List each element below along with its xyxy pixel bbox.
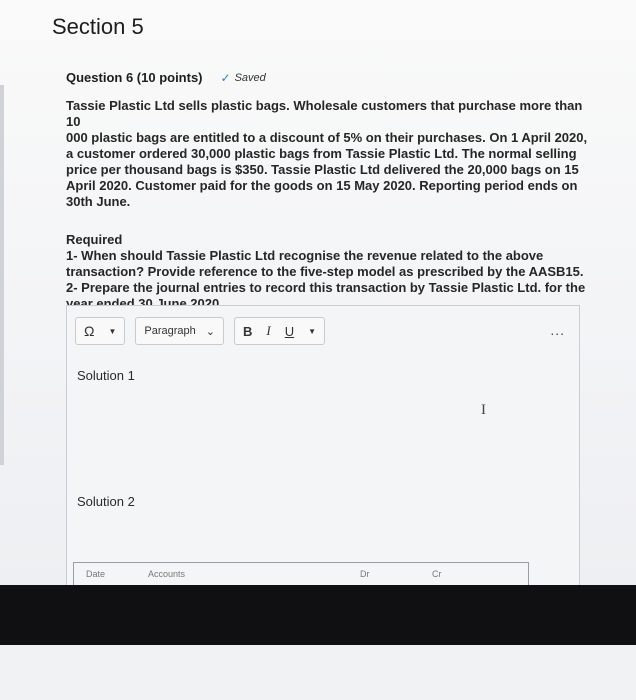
required-line: 1- When should Tassie Plastic Ltd recogn… [66,248,544,263]
required-heading: Required [66,232,123,247]
table-header-dr: Dr [360,569,370,579]
section-title: Section 5 [52,14,144,39]
required-line: 2- Prepare the journal entries to record… [66,280,586,295]
question-header: Question 6 (10 points) ✓ Saved [66,70,266,85]
table-header-cr: Cr [432,569,442,579]
check-icon: ✓ [220,70,231,85]
monitor-bezel [0,585,636,645]
journal-table[interactable]: Date Accounts Dr Cr [73,562,529,585]
question-title: Question 6 (10 points) [66,70,203,85]
caret-down-icon[interactable]: ▼ [308,327,316,336]
body-line: a customer ordered 30,000 plastic bags f… [66,146,577,161]
screen: Section 5 Question 6 (10 points) ✓ Saved… [0,0,636,585]
saved-status: ✓ Saved [221,71,266,85]
italic-button[interactable]: I [266,323,270,339]
more-options-icon[interactable]: ... [550,322,565,338]
editor-toolbar: Ω ▼ Paragraph ⌄ B I U ▼ [75,316,335,346]
chevron-down-icon: ⌄ [205,325,215,338]
question-body: Tassie Plastic Ltd sells plastic bags. W… [66,98,591,312]
body-line: April 2020. Customer paid for the goods … [66,178,578,193]
special-char-button[interactable]: Ω ▼ [75,317,126,345]
paragraph-label: Paragraph [144,325,196,337]
omega-icon: Ω [84,323,95,339]
required-line: transaction? Provide reference to the fi… [66,264,584,279]
saved-label: Saved [234,71,266,84]
text-cursor-icon: I [481,402,486,418]
table-header-accounts: Accounts [148,569,186,579]
left-edge [0,85,4,465]
bold-button[interactable]: B [243,324,252,339]
body-line: 30th June. [66,194,131,209]
table-header-date: Date [86,569,106,579]
paragraph-select[interactable]: Paragraph ⌄ [135,317,224,345]
solution-1-text: Solution 1 [77,368,135,383]
underline-button[interactable]: U [285,324,294,339]
answer-editor[interactable]: Ω ▼ Paragraph ⌄ B I U ▼ ... Solution 1 I… [66,305,580,585]
desk-surface [0,645,636,700]
format-group: B I U ▼ [233,317,326,345]
solution-2-text: Solution 2 [77,494,135,509]
body-line: price per thousand bags is $350. Tassie … [66,162,579,177]
body-line: Tassie Plastic Ltd sells plastic bags. W… [66,98,583,129]
caret-down-icon: ▼ [108,326,117,336]
body-line: 000 plastic bags are entitled to a disco… [66,130,588,145]
